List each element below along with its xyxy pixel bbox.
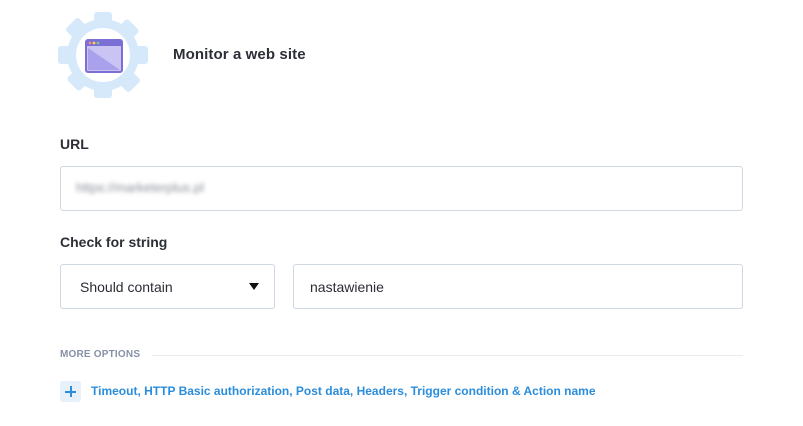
more-options-divider	[152, 355, 743, 356]
more-options-label: MORE OPTIONS	[60, 349, 141, 360]
url-value: https://marketerplus.pl	[76, 180, 204, 195]
check-string-label: Check for string	[60, 234, 168, 250]
contain-mode-value: Should contain	[80, 279, 173, 295]
monitor-website-badge	[58, 12, 148, 100]
caret-down-icon	[249, 283, 259, 290]
url-input[interactable]: https://marketerplus.pl	[60, 166, 743, 211]
plus-icon[interactable]	[60, 381, 81, 402]
url-label: URL	[60, 136, 89, 152]
check-string-input[interactable]: nastawienie	[293, 264, 743, 309]
check-string-value: nastawienie	[310, 279, 384, 295]
contain-mode-select[interactable]: Should contain	[60, 264, 275, 309]
browser-window-gear-icon	[58, 12, 148, 98]
page-title: Monitor a web site	[173, 46, 306, 63]
more-options-link[interactable]: Timeout, HTTP Basic authorization, Post …	[91, 384, 596, 398]
